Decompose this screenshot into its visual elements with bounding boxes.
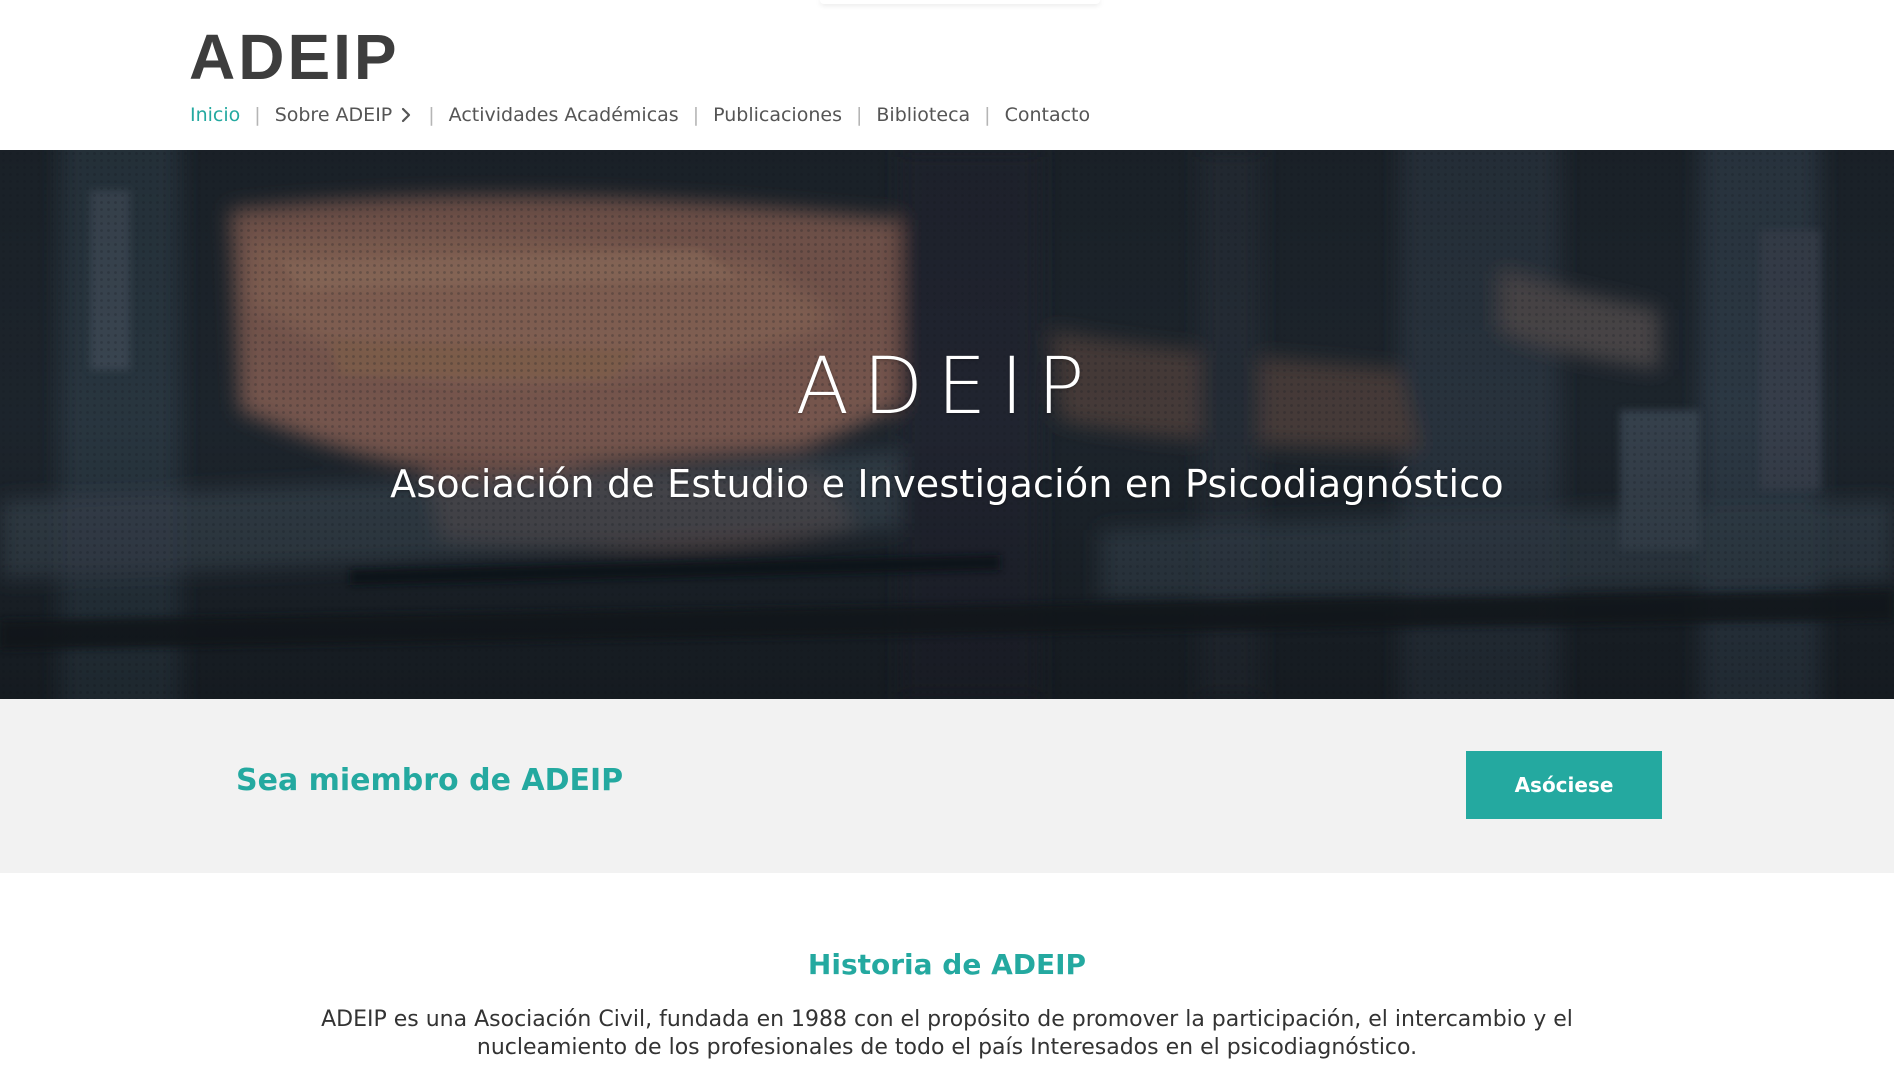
site-header: ADEIP Inicio | Sobre ADEIP | Actividades… (0, 0, 1894, 150)
nav-item-biblioteca[interactable]: Biblioteca (876, 104, 970, 126)
nav-item-inicio[interactable]: Inicio (190, 104, 240, 126)
hero-subtitle: Asociación de Estudio e Investigación en… (390, 462, 1504, 506)
nav-item-contacto[interactable]: Contacto (1005, 104, 1091, 126)
nav-separator: | (984, 104, 991, 126)
hero-banner: ADEIP Asociación de Estudio e Investigac… (0, 150, 1894, 699)
history-paragraph: ADEIP es una Asociación Civil, fundada e… (321, 1007, 1573, 1060)
nav-item-sobre-adeip[interactable]: Sobre ADEIP (275, 104, 415, 126)
chevron-right-icon (402, 107, 411, 123)
nav-separator: | (254, 104, 261, 126)
nav-separator: | (428, 104, 435, 126)
membership-band: Sea miembro de ADEIP Asóciese (0, 699, 1894, 873)
history-heading: Historia de ADEIP (807, 948, 1087, 981)
nav-item-actividades-academicas[interactable]: Actividades Académicas (449, 104, 679, 126)
nav-item-publicaciones[interactable]: Publicaciones (713, 104, 842, 126)
top-shadow (820, 0, 1100, 4)
hero-title: ADEIP (795, 342, 1099, 432)
main-nav: Inicio | Sobre ADEIP | Actividades Acadé… (190, 104, 1090, 126)
nav-separator: | (692, 104, 700, 126)
join-button[interactable]: Asóciese (1466, 751, 1662, 819)
nav-separator: | (855, 104, 863, 126)
nav-item-label: Sobre ADEIP (274, 104, 393, 126)
site-logo[interactable]: ADEIP (189, 22, 400, 92)
membership-heading: Sea miembro de ADEIP (236, 763, 624, 798)
